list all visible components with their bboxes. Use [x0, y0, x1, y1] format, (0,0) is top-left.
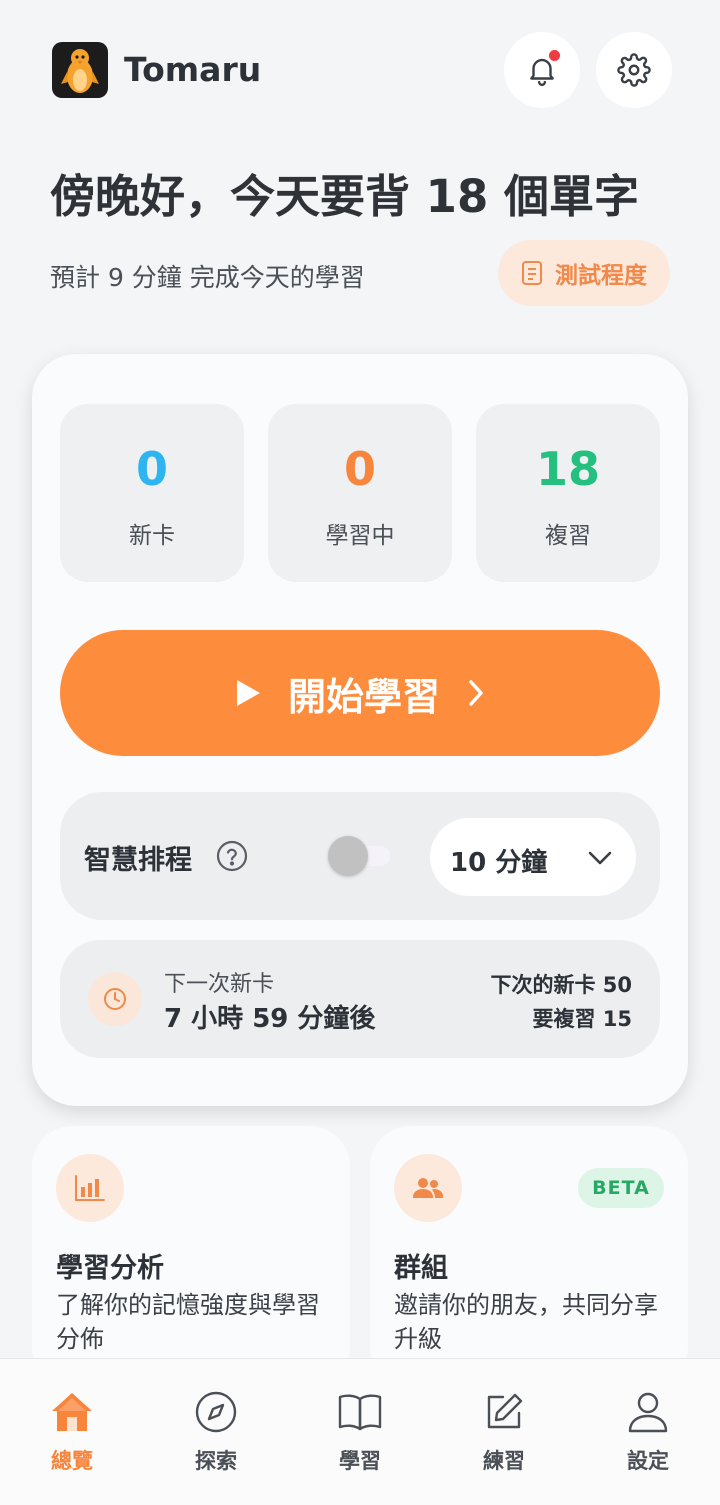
stat-label: 複習 — [545, 523, 591, 549]
stat-label: 新卡 — [129, 523, 175, 549]
group-card[interactable]: BETA 群組 邀請你的朋友，共同分享升級 — [370, 1126, 688, 1386]
analytics-description: 了解你的記憶強度與學習分佈 — [56, 1291, 320, 1353]
stat-review: 18 複習 — [476, 404, 660, 582]
nav-label: 設定 — [627, 1449, 669, 1473]
smart-schedule-toggle[interactable] — [328, 836, 392, 876]
book-icon — [338, 1394, 382, 1431]
app-logo — [52, 42, 108, 98]
stat-value: 18 — [535, 442, 600, 496]
group-description: 邀請你的朋友，共同分享升級 — [394, 1291, 658, 1353]
notification-dot — [549, 50, 560, 61]
nav-explore[interactable]: 探索 — [166, 1389, 266, 1475]
clock-icon — [88, 972, 142, 1026]
user-icon — [628, 1392, 668, 1433]
smart-schedule-label: 智慧排程 — [84, 845, 192, 876]
document-icon — [522, 261, 542, 285]
daily-estimate: 預計 9 分鐘 完成今天的學習 — [50, 263, 365, 292]
next-card-summary: 下次的新卡 50 要複習 15 — [490, 968, 632, 1036]
gear-icon — [617, 53, 651, 87]
settings-button[interactable] — [596, 32, 672, 108]
smart-schedule-row: 智慧排程 10 分鐘 — [60, 792, 660, 920]
nav-label: 學習 — [339, 1449, 381, 1473]
next-card-title: 下一次新卡 — [164, 972, 275, 997]
bottom-nav: 總覽 探索 學習 練習 設定 — [0, 1358, 720, 1505]
nav-study[interactable]: 學習 — [310, 1389, 410, 1475]
next-new-cards: 下次的新卡 50 — [490, 973, 632, 997]
home-icon — [52, 1393, 92, 1431]
duration-select[interactable]: 10 分鐘 — [430, 818, 636, 896]
stat-value: 0 — [135, 442, 168, 496]
chevron-down-icon — [588, 851, 612, 865]
stat-learning: 0 學習中 — [268, 404, 452, 582]
nav-label: 練習 — [483, 1449, 525, 1473]
nav-practice[interactable]: 練習 — [454, 1389, 554, 1475]
stat-label: 學習中 — [325, 523, 395, 549]
duration-value: 10 分鐘 — [450, 848, 548, 878]
group-icon — [394, 1154, 462, 1222]
edit-icon — [487, 1393, 523, 1429]
study-card: 0 新卡 0 學習中 18 複習 開始學習 智慧排程 10 分鐘 下一次新卡 7… — [32, 354, 688, 1106]
nav-overview[interactable]: 總覽 — [22, 1389, 122, 1475]
group-title: 群組 — [394, 1253, 448, 1284]
toggle-knob — [328, 836, 368, 876]
app-title: Tomaru — [124, 50, 262, 89]
start-study-button[interactable]: 開始學習 — [60, 630, 660, 756]
analytics-title: 學習分析 — [56, 1253, 164, 1284]
level-test-button[interactable]: 測試程度 — [498, 240, 670, 306]
start-study-label: 開始學習 — [287, 674, 440, 719]
bar-chart-icon — [56, 1154, 124, 1222]
chevron-right-icon — [469, 680, 483, 706]
nav-label: 探索 — [195, 1449, 237, 1473]
greeting-heading: 傍晚好，今天要背 18 個單字 — [50, 170, 639, 223]
beta-badge: BETA — [578, 1168, 664, 1208]
analytics-card[interactable]: 學習分析 了解你的記憶強度與學習分佈 — [32, 1126, 350, 1386]
nav-label: 總覽 — [51, 1449, 93, 1473]
notification-button[interactable] — [504, 32, 580, 108]
stat-new-cards: 0 新卡 — [60, 404, 244, 582]
app-header: Tomaru — [52, 32, 672, 108]
help-icon[interactable] — [216, 840, 248, 872]
level-test-label: 測試程度 — [555, 263, 647, 289]
play-icon — [236, 680, 260, 706]
next-reviews: 要複習 15 — [532, 1007, 632, 1031]
next-card-row: 下一次新卡 7 小時 59 分鐘後 下次的新卡 50 要複習 15 — [60, 940, 660, 1058]
stat-value: 0 — [343, 442, 376, 496]
next-card-time: 7 小時 59 分鐘後 — [164, 1004, 376, 1034]
compass-icon — [195, 1391, 237, 1433]
nav-settings[interactable]: 設定 — [598, 1389, 698, 1475]
